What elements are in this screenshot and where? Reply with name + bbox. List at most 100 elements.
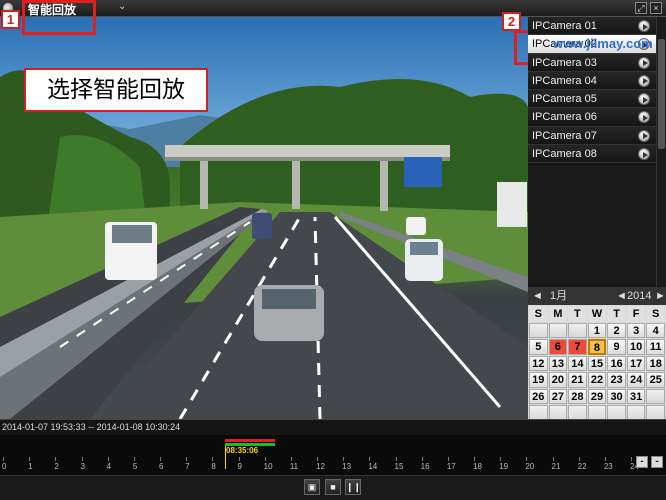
camera-item[interactable]: IPCamera 03 <box>528 53 656 72</box>
calendar-day[interactable]: 18 <box>646 355 665 371</box>
play-icon[interactable] <box>638 20 650 32</box>
camera-label: IPCamera 08 <box>532 148 597 161</box>
calendar-day[interactable]: 17 <box>626 355 646 371</box>
zoom-out-button[interactable]: - <box>636 456 648 468</box>
timeline-tick-label: 5 <box>132 457 138 471</box>
timeline-tick-label: 20 <box>525 457 535 471</box>
camera-item[interactable]: IPCamera 05 <box>528 90 656 109</box>
timeline-tick-label: 13 <box>342 457 352 471</box>
calendar-day[interactable]: 5 <box>529 339 548 355</box>
prev-month-arrow-icon[interactable]: ◄ <box>532 287 543 305</box>
video-playback-view[interactable]: 选择智能回放 <box>0 17 528 419</box>
title-bar: 智能回放 ⌄ ⤢ × <box>0 0 666 17</box>
calendar-day[interactable]: 20 <box>548 372 568 388</box>
timeline-tick-label: 0 <box>2 457 7 471</box>
calendar-day[interactable]: 4 <box>646 322 665 338</box>
weekday-label: T <box>607 306 626 322</box>
annotation-marker-1: 1 <box>1 10 20 29</box>
camera-item[interactable]: IPCamera 08 <box>528 145 656 164</box>
calendar-day[interactable]: 16 <box>607 355 626 371</box>
calendar-day[interactable]: 29 <box>587 388 607 404</box>
timeline-ticks: 0 1 2 3 4 5 6 7 8 9 10 11 12 13 14 15 16 17 18 19 20 21 22 23 24 <box>0 457 666 475</box>
timeline-tick-label: 19 <box>499 457 509 471</box>
calendar-grid: S M T W T F S 1 2 3 4 5 6 7 8 9 10 11 12 13 14 15 16 17 18 19 20 21… <box>528 305 666 422</box>
play-icon[interactable] <box>638 56 650 69</box>
calendar-day[interactable]: 23 <box>607 372 626 388</box>
zoom-in-button[interactable]: - <box>651 456 663 468</box>
next-arrow-icon[interactable]: ► <box>655 287 666 305</box>
watermark: www.jiimay.com <box>553 36 653 51</box>
screenshot-button[interactable]: ▣ <box>304 479 320 495</box>
timeline[interactable]: 08:35:06 0 1 2 3 4 5 6 7 8 9 10 11 12 13 14 15 16 17 18 19 2… <box>0 435 666 475</box>
play-icon[interactable] <box>638 111 650 124</box>
playback-controls: ▣ ■ ❙❙ <box>0 475 666 500</box>
calendar-day[interactable]: 10 <box>626 339 646 355</box>
calendar-day[interactable]: 15 <box>587 355 607 371</box>
calendar-day[interactable]: 25 <box>646 372 665 388</box>
calendar-day[interactable]: 13 <box>548 355 568 371</box>
timeline-tick-label: 12 <box>316 457 325 471</box>
play-icon[interactable] <box>638 93 650 106</box>
camera-item[interactable]: IPCamera 04 <box>528 71 656 91</box>
weekday-label: M <box>548 306 568 322</box>
chevron-down-icon[interactable]: ⌄ <box>118 1 126 12</box>
camera-list-scrollbar[interactable] <box>656 17 666 287</box>
camera-item[interactable]: IPCamera 01 <box>528 17 656 36</box>
calendar-day[interactable]: 31 <box>626 388 646 404</box>
annotation-marker-2: 2 <box>502 12 521 31</box>
close-icon[interactable]: × <box>650 2 662 14</box>
weekday-label: S <box>646 306 665 322</box>
calendar-day[interactable]: 28 <box>568 388 587 404</box>
calendar-day[interactable]: 27 <box>548 388 568 404</box>
year-label: 2014 <box>627 290 652 302</box>
calendar-day[interactable]: 12 <box>529 355 548 371</box>
calendar-day[interactable]: 2 <box>607 322 626 338</box>
play-icon[interactable] <box>638 148 650 161</box>
weekday-label: W <box>587 306 607 322</box>
timeline-tick-label: 2 <box>54 457 59 471</box>
calendar-day[interactable]: 8 <box>587 339 607 355</box>
camera-item[interactable]: IPCamera 06 <box>528 108 656 127</box>
timeline-tick-label: 1 <box>28 457 33 471</box>
timeline-tick-label: 3 <box>80 457 85 471</box>
calendar-day[interactable]: 9 <box>607 339 626 355</box>
prev-year-arrow-icon[interactable]: ◄ <box>616 287 627 305</box>
timeline-tick-label: 4 <box>106 457 112 471</box>
fullscreen-icon[interactable]: ⤢ <box>635 2 647 14</box>
stop-button[interactable]: ■ <box>325 479 341 495</box>
camera-item[interactable]: IPCamera 07 <box>528 126 656 146</box>
callout-label: 选择智能回放 <box>24 68 208 112</box>
recording-segment-event <box>225 439 275 442</box>
calendar-header: ◄ 1月 ◄ 2014 ► <box>528 287 666 305</box>
calendar-day[interactable]: 7 <box>568 339 587 355</box>
timeline-tick-label: 22 <box>577 457 587 471</box>
timeline-tick-label: 6 <box>159 457 164 471</box>
calendar-empty-cell <box>548 322 568 338</box>
timeline-tick-label: 8 <box>211 457 216 471</box>
timeline-tick-label: 15 <box>394 457 404 471</box>
play-icon[interactable] <box>638 129 650 142</box>
calendar-day[interactable]: 30 <box>607 388 626 404</box>
calendar-day[interactable]: 19 <box>529 372 548 388</box>
camera-label: IPCamera 04 <box>532 74 597 87</box>
timeline-tick-label: 11 <box>289 457 299 471</box>
timeline-tick-label: 7 <box>185 457 190 471</box>
month-label: 1月 <box>550 290 568 302</box>
calendar-empty-cell <box>646 388 665 404</box>
scrollbar-thumb[interactable] <box>658 39 665 149</box>
calendar-day[interactable]: 6 <box>548 339 568 355</box>
calendar-day[interactable]: 1 <box>587 322 607 338</box>
calendar-day[interactable]: 14 <box>568 355 587 371</box>
calendar-day[interactable]: 26 <box>529 388 548 404</box>
calendar-day[interactable]: 24 <box>626 372 646 388</box>
calendar-day[interactable]: 22 <box>587 372 607 388</box>
camera-label: IPCamera 01 <box>532 20 597 32</box>
calendar-day[interactable]: 11 <box>646 339 665 355</box>
pause-button[interactable]: ❙❙ <box>345 479 361 495</box>
play-icon[interactable] <box>638 74 650 87</box>
calendar-day[interactable]: 3 <box>626 322 646 338</box>
timeline-tick-label: 21 <box>551 457 561 471</box>
time-range-bar: 2014-01-07 19:53:33 -- 2014-01-08 10:30:… <box>0 419 666 435</box>
weekday-label: S <box>529 306 548 322</box>
calendar-day[interactable]: 21 <box>568 372 587 388</box>
